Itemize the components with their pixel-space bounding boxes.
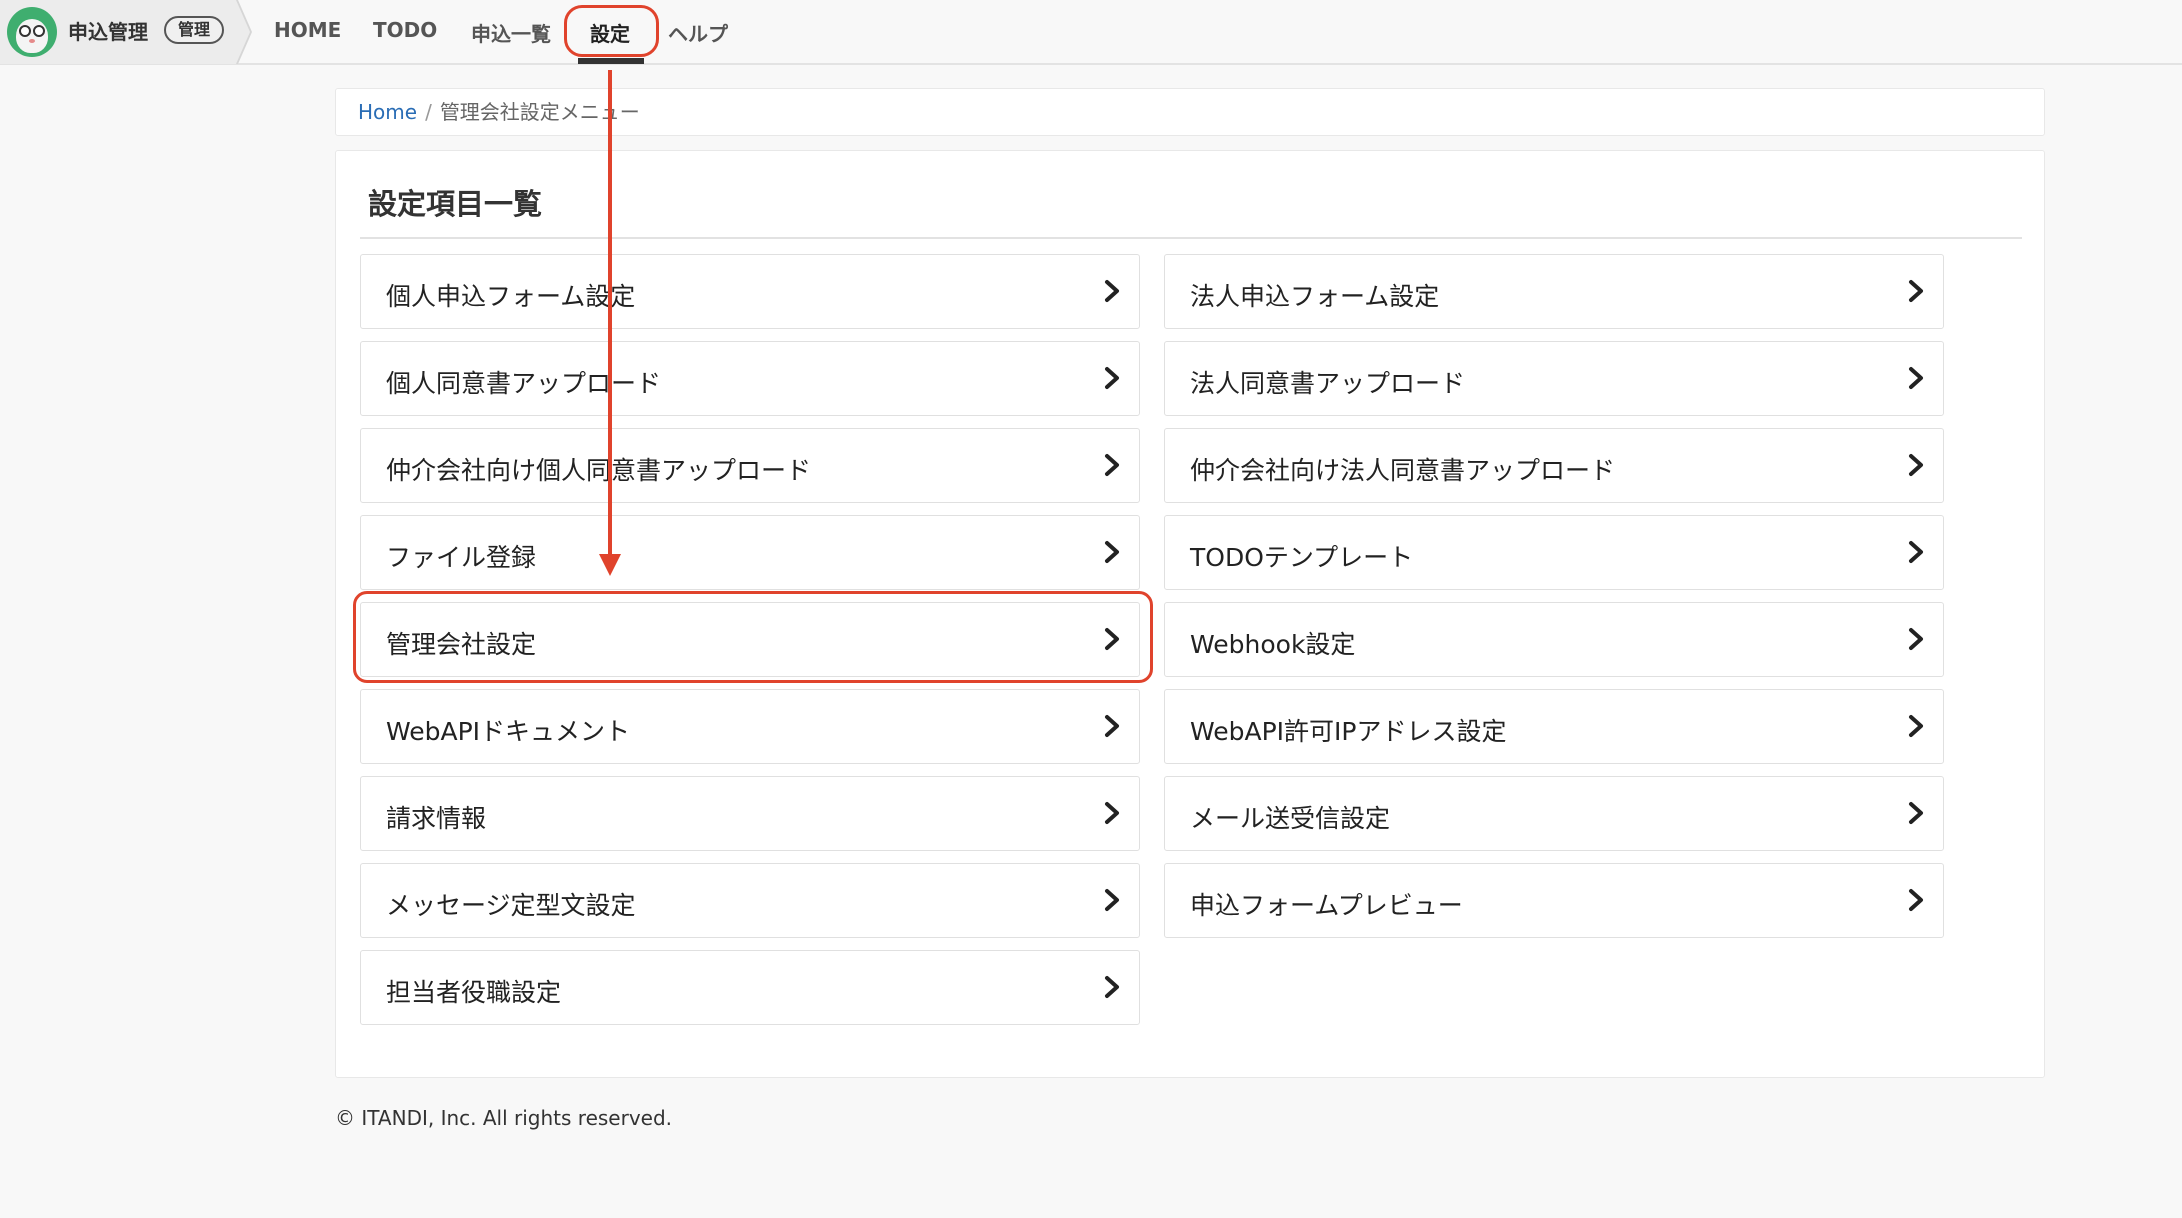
settings-item-label: Webhook設定: [1190, 630, 1356, 659]
settings-item-individual-form[interactable]: 個人申込フォーム設定: [360, 254, 1140, 329]
settings-item-label: メール送受信設定: [1190, 804, 1391, 833]
chevron-right-icon: [1909, 541, 1923, 563]
chevron-right-icon: [1105, 628, 1119, 650]
chevron-right-icon: [1105, 889, 1119, 911]
settings-item-todo-templates[interactable]: TODOテンプレート: [1164, 515, 1944, 590]
settings-item-label: 管理会社設定: [386, 630, 537, 659]
settings-item-mail[interactable]: メール送受信設定: [1164, 776, 1944, 851]
settings-item-label: TODOテンプレート: [1190, 543, 1414, 572]
brand[interactable]: 申込管理 管理: [0, 0, 250, 64]
settings-item-label: メッセージ定型文設定: [386, 891, 636, 920]
settings-item-billing[interactable]: 請求情報: [360, 776, 1140, 851]
settings-item-label: WebAPI許可IPアドレス設定: [1190, 717, 1507, 746]
nav-home[interactable]: HOME: [274, 18, 341, 42]
breadcrumb-separator: /: [425, 100, 432, 124]
settings-item-label: 法人申込フォーム設定: [1190, 282, 1440, 311]
chevron-right-icon: [1105, 976, 1119, 998]
settings-item-webapi-allowed-ip[interactable]: WebAPI許可IPアドレス設定: [1164, 689, 1944, 764]
chevron-right-icon: [1105, 541, 1119, 563]
chevron-right-icon: [1909, 715, 1923, 737]
settings-item-webhook[interactable]: Webhook設定: [1164, 602, 1944, 677]
settings-item-label: 仲介会社向け法人同意書アップロード: [1190, 456, 1616, 485]
breadcrumb-home[interactable]: Home: [358, 100, 417, 124]
settings-item-broker-individual-consent[interactable]: 仲介会社向け個人同意書アップロード: [360, 428, 1140, 503]
settings-item-management-company[interactable]: 管理会社設定: [360, 602, 1140, 677]
footer-copyright: © ITANDI, Inc. All rights reserved.: [335, 1106, 673, 1130]
settings-panel: 設定項目一覧 個人申込フォーム設定 個人同意書アップロード 仲介会社向け個人同意…: [335, 150, 2045, 1078]
settings-item-individual-consent[interactable]: 個人同意書アップロード: [360, 341, 1140, 416]
brand-badge: 管理: [164, 16, 225, 44]
chevron-right-icon: [1909, 628, 1923, 650]
settings-item-label: 法人同意書アップロード: [1190, 369, 1466, 398]
chevron-right-icon: [1105, 715, 1119, 737]
chevron-right-icon: [1105, 802, 1119, 824]
settings-item-message-templates[interactable]: メッセージ定型文設定: [360, 863, 1140, 938]
chevron-right-icon: [1909, 802, 1923, 824]
settings-item-label: ファイル登録: [386, 543, 537, 572]
settings-item-corporate-form[interactable]: 法人申込フォーム設定: [1164, 254, 1944, 329]
nav-applications[interactable]: 申込一覧: [471, 18, 551, 47]
settings-item-file-registration[interactable]: ファイル登録: [360, 515, 1140, 590]
nav-settings[interactable]: 設定: [590, 18, 630, 47]
chevron-right-icon: [1909, 280, 1923, 302]
breadcrumb: Home / 管理会社設定メニュー: [335, 88, 2045, 136]
chevron-right-icon: [1909, 367, 1923, 389]
settings-item-label: 個人申込フォーム設定: [386, 282, 636, 311]
brand-title: 申込管理: [68, 20, 148, 44]
settings-item-label: 申込フォームプレビュー: [1190, 891, 1463, 920]
nav-help[interactable]: ヘルプ: [668, 18, 728, 47]
settings-item-label: 担当者役職設定: [386, 978, 562, 1007]
settings-item-label: 仲介会社向け個人同意書アップロード: [386, 456, 812, 485]
settings-item-label: WebAPIドキュメント: [386, 717, 631, 746]
top-navbar: 申込管理 管理 HOME TODO 申込一覧 設定 ヘルプ: [0, 0, 2182, 65]
panel-divider: [360, 237, 2022, 239]
nav-active-indicator: [578, 58, 644, 64]
frog-mascot-icon: [7, 7, 57, 57]
chevron-right-icon: [1105, 454, 1119, 476]
settings-item-broker-corporate-consent[interactable]: 仲介会社向け法人同意書アップロード: [1164, 428, 1944, 503]
settings-item-corporate-consent[interactable]: 法人同意書アップロード: [1164, 341, 1944, 416]
chevron-right-icon: [1105, 280, 1119, 302]
settings-item-form-preview[interactable]: 申込フォームプレビュー: [1164, 863, 1944, 938]
settings-item-label: 個人同意書アップロード: [386, 369, 662, 398]
chevron-right-icon: [1909, 889, 1923, 911]
breadcrumb-current: 管理会社設定メニュー: [439, 100, 640, 124]
settings-item-label: 請求情報: [386, 804, 487, 833]
nav-todo[interactable]: TODO: [373, 18, 437, 42]
chevron-right-icon: [1105, 367, 1119, 389]
settings-item-staff-roles[interactable]: 担当者役職設定: [360, 950, 1140, 1025]
chevron-right-icon: [1909, 454, 1923, 476]
settings-item-webapi-docs[interactable]: WebAPIドキュメント: [360, 689, 1140, 764]
panel-title: 設定項目一覧: [368, 187, 543, 221]
